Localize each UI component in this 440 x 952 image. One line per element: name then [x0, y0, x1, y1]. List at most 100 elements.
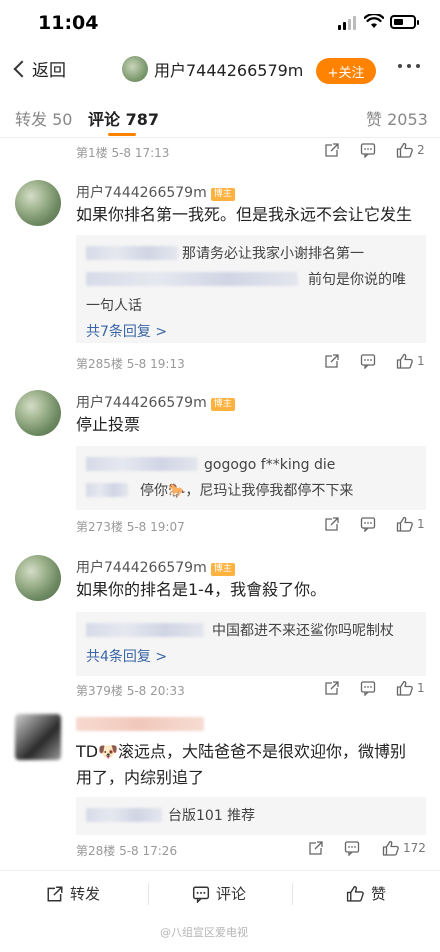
comment-meta: 第273楼 5-8 19:07 1	[76, 516, 426, 536]
comment-text: TD🐶滚远点，大陆爸爸不是很欢迎你，微博别 用了，内综别追了	[76, 739, 426, 791]
reply-text: 那请务必让我家小谢排名第一	[182, 246, 364, 262]
comment-icon[interactable]	[344, 840, 360, 856]
blurred-username	[86, 457, 198, 471]
comment-meta: 第1楼 5-8 17:13 2	[76, 142, 426, 162]
author-badge: 博主	[210, 398, 235, 411]
avatar[interactable]	[15, 714, 61, 760]
comment-icon[interactable]	[360, 353, 376, 369]
reply-line: 前句是你说的唯	[86, 267, 416, 293]
thumbs-up-icon	[396, 142, 413, 158]
comment-icon[interactable]	[360, 680, 376, 696]
floor-info: 第1楼 5-8 17:13	[76, 146, 170, 160]
signal-icon	[338, 16, 356, 30]
reply-box[interactable]: 中国都进不来还鲨你吗呢制杖 共4条回复 >	[76, 612, 426, 676]
nav-user[interactable]: 用户7444266579m	[122, 56, 303, 82]
blurred-username	[86, 623, 204, 637]
comment-meta: 第285楼 5-8 19:13 1	[76, 353, 426, 373]
repost-icon[interactable]	[324, 353, 340, 369]
back-button[interactable]: 返回	[10, 56, 66, 81]
tab-like[interactable]: 赞 2053	[366, 106, 428, 130]
thumbs-up-icon	[382, 840, 399, 856]
thumbs-up-icon	[346, 885, 364, 902]
repost-icon[interactable]	[308, 840, 324, 856]
battery-icon	[390, 15, 419, 29]
comment-button[interactable]: 评论	[192, 883, 246, 904]
blurred-username	[86, 808, 162, 822]
repost-icon[interactable]	[324, 680, 340, 696]
status-bar: 11:04	[0, 0, 440, 46]
reply-line: gogogo f**king die	[86, 452, 416, 478]
comment-meta: 第379楼 5-8 20:33 1	[76, 680, 426, 700]
avatar[interactable]	[15, 390, 61, 436]
username-text: 用户7444266579m	[76, 185, 207, 201]
like-button[interactable]: 赞	[346, 883, 386, 904]
tab-repost[interactable]: 转发 50	[15, 106, 72, 130]
floor-info: 第379楼 5-8 20:33	[76, 684, 185, 698]
thumbs-up-icon	[396, 680, 413, 696]
reply-line: 中国都进不来还鲨你吗呢制杖	[86, 618, 416, 644]
username-text: 用户7444266579m	[76, 395, 207, 411]
like-count: 1	[417, 354, 425, 368]
repost-icon	[47, 886, 63, 901]
repost-icon[interactable]	[324, 516, 340, 532]
bottom-action-bar: 转发 评论 赞	[0, 870, 440, 916]
blurred-username	[86, 246, 178, 260]
repost-icon[interactable]	[324, 142, 340, 158]
reply-text: 前句是你说的唯	[308, 272, 406, 288]
thumbs-up-icon	[396, 353, 413, 369]
tab-comment[interactable]: 评论 787	[88, 106, 159, 130]
like-count: 2	[417, 143, 425, 157]
back-label: 返回	[32, 61, 66, 81]
reply-line: 台版101 推荐	[86, 803, 416, 829]
comment-text-line: TD🐶滚远点，大陆爸爸不是很欢迎你，微博别	[76, 742, 407, 761]
reply-text: 台版101 推荐	[168, 808, 256, 824]
comment-username[interactable]: 用户7444266579m 博主	[76, 557, 235, 577]
reply-text: 停你🐎，尼玛让我停我都停不下来	[140, 483, 354, 499]
comment-username[interactable]	[76, 717, 204, 733]
comment-text: 如果你的排名是1-4，我會殺了你。	[76, 580, 327, 599]
floor-info: 第28楼 5-8 17:26	[76, 844, 178, 858]
more-replies-link[interactable]: 共7条回复 >	[86, 319, 416, 345]
avatar[interactable]	[15, 180, 61, 226]
comment-username[interactable]: 用户7444266579m 博主	[76, 182, 235, 202]
comment-text: 如果你排名第一我死。但是我永远不会让它发生	[76, 205, 413, 224]
reply-box[interactable]: 台版101 推荐	[76, 797, 426, 835]
comment-label: 评论	[216, 885, 247, 903]
repost-button[interactable]: 转发	[46, 883, 100, 904]
nav-username: 用户7444266579m	[154, 61, 304, 80]
reply-box[interactable]: gogogo f**king die 停你🐎，尼玛让我停我都停不下来	[76, 446, 426, 510]
like-button[interactable]: 2	[396, 142, 425, 158]
reply-line: 停你🐎，尼玛让我停我都停不下来	[86, 478, 416, 504]
like-button[interactable]: 1	[396, 516, 425, 532]
more-replies-link[interactable]: 共4条回复 >	[86, 644, 416, 670]
like-count: 1	[417, 681, 425, 695]
watermark: @八组宣区爱电视	[160, 926, 248, 939]
comment-meta: 第28楼 5-8 17:26 172	[76, 840, 426, 860]
comment-icon[interactable]	[360, 516, 376, 532]
comment-icon[interactable]	[360, 142, 376, 158]
like-count: 172	[403, 841, 426, 855]
status-time: 11:04	[38, 12, 99, 34]
like-button[interactable]: 172	[382, 840, 426, 856]
username-text: 用户7444266579m	[76, 560, 207, 576]
reply-box[interactable]: 那请务必让我家小谢排名第一 前句是你说的唯 一句人话 共7条回复 >	[76, 235, 426, 343]
like-count: 1	[417, 517, 425, 531]
reply-line: 那请务必让我家小谢排名第一	[86, 241, 416, 267]
blurred-username	[76, 717, 204, 731]
repost-label: 转发	[70, 885, 101, 903]
more-icon[interactable]	[398, 64, 420, 68]
like-button[interactable]: 1	[396, 353, 425, 369]
comment-text: 停止投票	[76, 415, 141, 434]
like-button[interactable]: 1	[396, 680, 425, 696]
reply-text: gogogo f**king die	[204, 457, 336, 473]
divider	[292, 883, 293, 905]
divider	[148, 883, 149, 905]
avatar[interactable]	[15, 555, 61, 601]
wifi-icon	[364, 14, 384, 28]
thumbs-up-icon	[396, 516, 413, 532]
comment-username[interactable]: 用户7444266579m 博主	[76, 392, 235, 412]
floor-info: 第273楼 5-8 19:07	[76, 520, 185, 534]
follow-button[interactable]: +关注	[316, 58, 376, 84]
author-badge: 博主	[210, 188, 235, 201]
nav-bar: 返回 用户7444266579m +关注	[0, 46, 440, 96]
